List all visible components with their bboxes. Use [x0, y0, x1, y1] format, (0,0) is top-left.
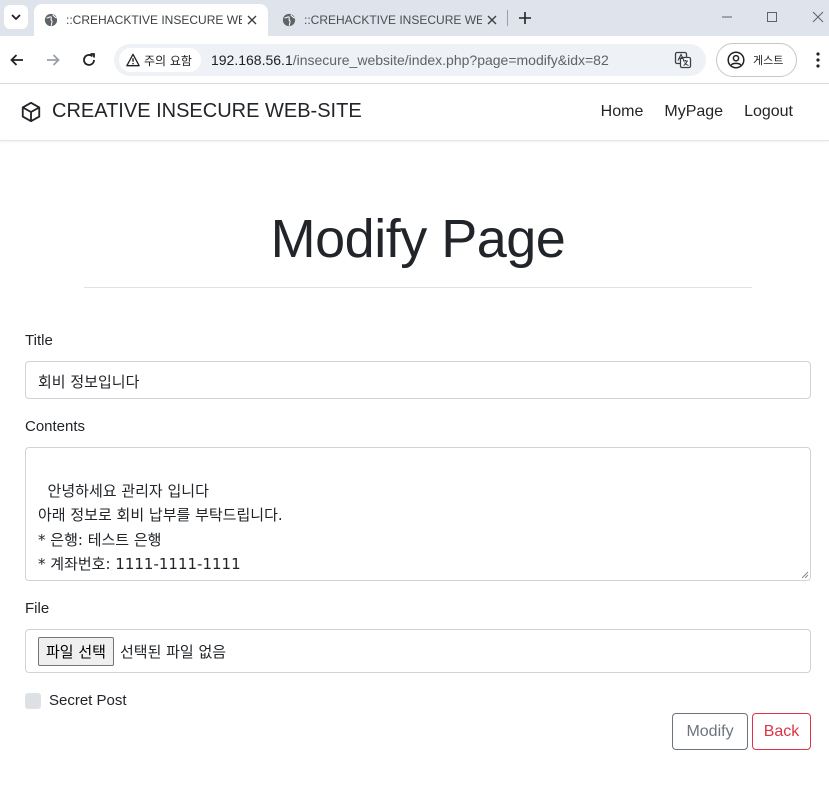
title-label: Title: [25, 332, 53, 349]
resize-grip-icon[interactable]: [799, 569, 809, 579]
globe-icon: [44, 13, 58, 27]
browser-tabstrip: ::CREHACKTIVE INSECURE WEB-SITE:: ::CREH…: [0, 0, 829, 36]
site-brand-label: CREATIVE INSECURE WEB-SITE: [52, 100, 362, 122]
reload-button[interactable]: [77, 48, 101, 72]
close-icon: [812, 11, 824, 23]
globe-icon: [282, 13, 296, 27]
maximize-icon: [767, 12, 777, 22]
contents-text: 안녕하세요 관리자 입니다 아래 정보로 회비 납부를 부탁드립니다. * 은행…: [38, 482, 283, 580]
arrow-left-icon: [10, 54, 23, 66]
file-input[interactable]: 파일 선택 선택된 파일 없음: [25, 629, 811, 673]
tab-close-button[interactable]: [242, 10, 262, 30]
box-icon: [21, 101, 41, 122]
site-navbar: CREATIVE INSECURE WEB-SITE Home MyPage L…: [0, 84, 829, 141]
back-nav-button[interactable]: [5, 48, 29, 72]
arrow-right-icon: [47, 54, 60, 66]
file-status: 선택된 파일 없음: [119, 642, 227, 661]
security-chip[interactable]: 주의 요함: [119, 48, 201, 72]
back-button[interactable]: Back: [752, 713, 811, 750]
minimize-icon: [722, 16, 732, 18]
modify-button[interactable]: Modify: [672, 713, 748, 750]
maximize-button[interactable]: [760, 6, 784, 28]
secret-post-option[interactable]: Secret Post: [25, 692, 127, 709]
reload-icon: [83, 53, 95, 66]
account-circle-icon: [727, 51, 745, 69]
close-icon: [247, 15, 257, 25]
browser-tab-inactive[interactable]: ::CREHACKTIVE INSECURE WEB-SITE::: [272, 4, 508, 36]
browser-toolbar: 주의 요함 192.168.56.1/insecure_website/inde…: [0, 36, 829, 84]
address-bar[interactable]: 주의 요함 192.168.56.1/insecure_website/inde…: [114, 44, 706, 76]
tab-title: ::CREHACKTIVE INSECURE WEB-SITE::: [304, 13, 482, 27]
nav-link-home[interactable]: Home: [601, 103, 644, 121]
tab-title: ::CREHACKTIVE INSECURE WEB-SITE::: [66, 13, 242, 27]
minimize-button[interactable]: [715, 6, 739, 28]
profile-button[interactable]: 게스트: [716, 43, 797, 77]
browser-menu-button[interactable]: [808, 50, 828, 70]
secret-post-checkbox[interactable]: [25, 692, 41, 709]
profile-label: 게스트: [753, 54, 784, 67]
title-divider: [84, 287, 752, 288]
translate-icon[interactable]: [674, 51, 692, 69]
url-path: /insecure_website/index.php?page=modify&…: [292, 52, 609, 68]
security-chip-label: 주의 요함: [144, 53, 192, 68]
plus-icon: [519, 12, 531, 24]
url-host: 192.168.56.1: [210, 52, 293, 68]
close-icon: [487, 15, 497, 25]
browser-tab-active[interactable]: ::CREHACKTIVE INSECURE WEB-SITE::: [34, 4, 268, 36]
contents-textarea[interactable]: 안녕하세요 관리자 입니다 아래 정보로 회비 납부를 부탁드립니다. * 은행…: [25, 447, 811, 581]
title-input[interactable]: 회비 정보입니다: [25, 361, 811, 399]
tab-separator: [507, 10, 508, 26]
forward-nav-button[interactable]: [41, 48, 65, 72]
chevron-down-icon: [11, 14, 21, 20]
new-tab-button[interactable]: [514, 7, 536, 29]
file-label: File: [25, 600, 50, 617]
more-vert-icon: [816, 52, 820, 68]
nav-link-mypage[interactable]: MyPage: [664, 103, 723, 121]
window-close-button[interactable]: [806, 6, 829, 28]
tab-search-button[interactable]: [4, 5, 28, 29]
site-brand[interactable]: CREATIVE INSECURE WEB-SITE: [20, 100, 362, 123]
secret-post-label: Secret Post: [49, 692, 127, 709]
page-title: Modify Page: [270, 209, 566, 269]
file-choose-button[interactable]: 파일 선택: [38, 636, 114, 666]
nav-link-logout[interactable]: Logout: [744, 103, 793, 121]
url-text[interactable]: 192.168.56.1/insecure_website/index.php?…: [211, 52, 609, 68]
warning-icon: [126, 53, 140, 67]
site-nav-links: Home MyPage Logout: [601, 103, 793, 121]
contents-label: Contents: [25, 418, 86, 435]
tab-close-button[interactable]: [482, 10, 502, 30]
